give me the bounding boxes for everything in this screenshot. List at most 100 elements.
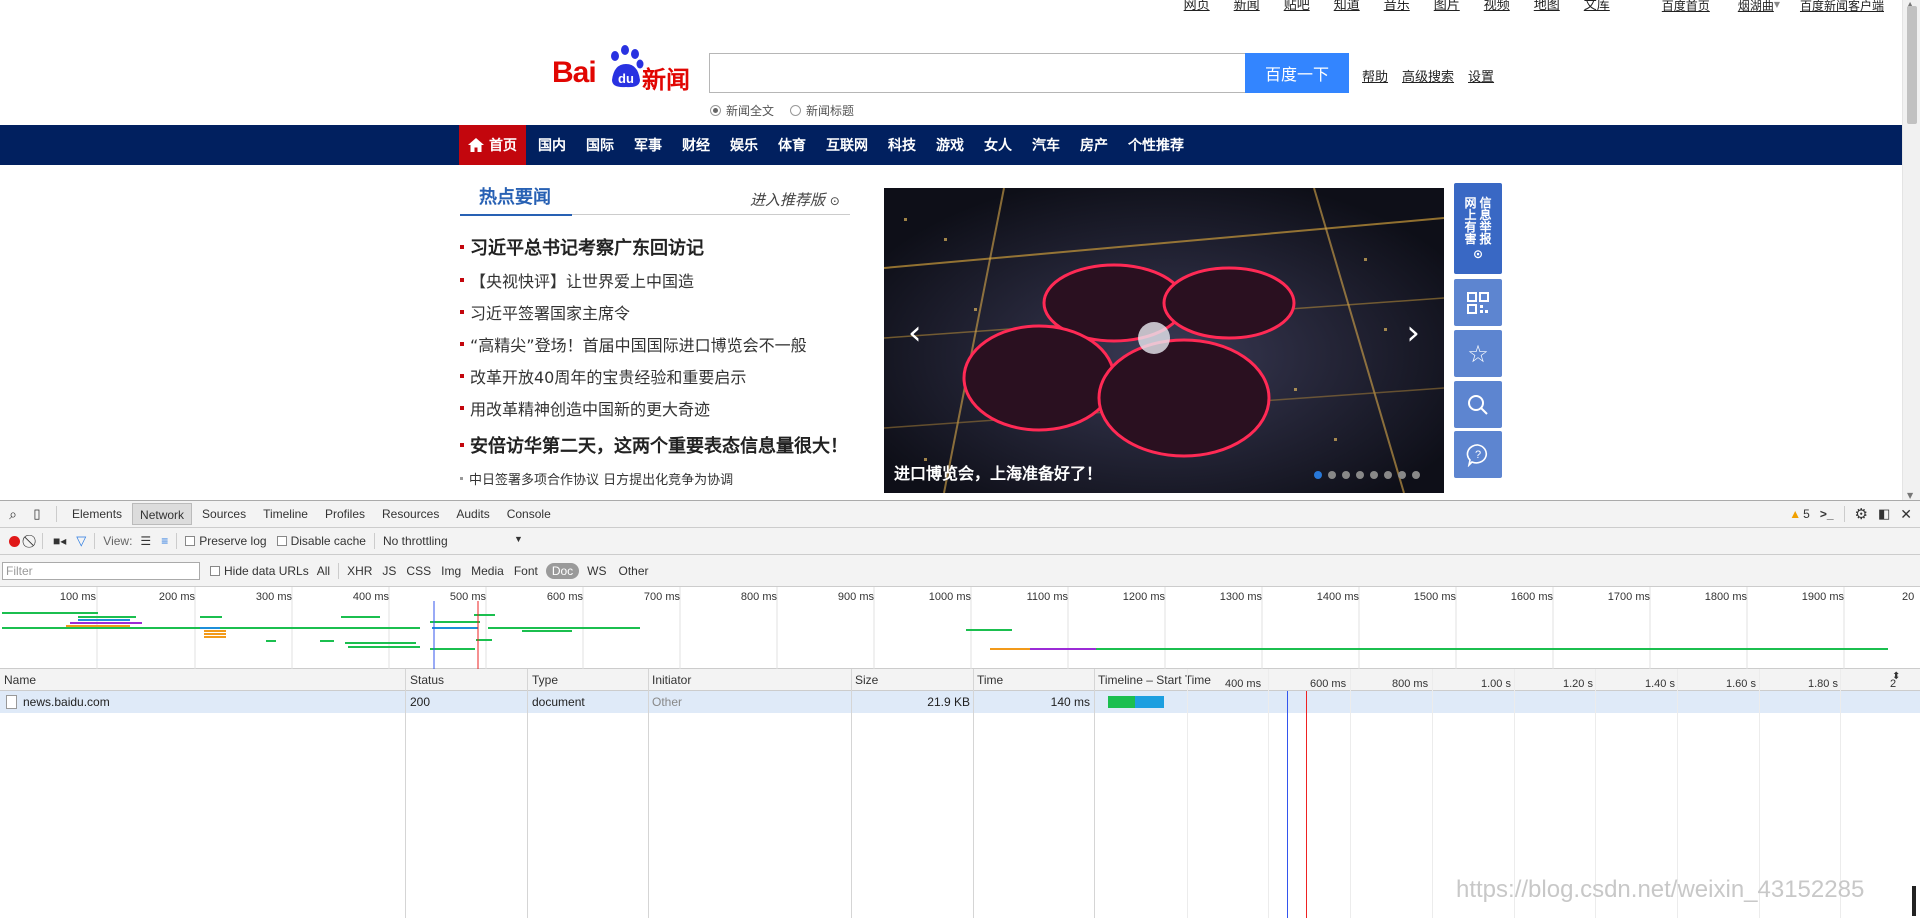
channel-item[interactable]: 军事 (634, 135, 662, 155)
channel-item[interactable]: 财经 (682, 135, 710, 155)
news-headline[interactable]: 习近平总书记考察广东回访记 (460, 230, 860, 264)
scroll-down-icon[interactable]: ▼ (1907, 491, 1913, 500)
filter-type-js[interactable]: JS (382, 564, 396, 578)
filter-type-xhr[interactable]: XHR (347, 564, 372, 578)
qr-code-button[interactable] (1454, 279, 1502, 326)
nav-link-wenku[interactable]: 文库 (1584, 0, 1610, 16)
console-drawer-icon[interactable]: >_ (1820, 507, 1834, 521)
column-status[interactable]: Status (410, 673, 444, 687)
baidu-news-logo[interactable]: Bai du 新闻 (552, 42, 692, 94)
sort-icon[interactable]: ⬍ (1892, 671, 1900, 682)
slide-dot[interactable] (1412, 471, 1420, 479)
throttling-select[interactable]: No throttling ▼ (383, 534, 523, 548)
nav-link-news[interactable]: 新闻 (1234, 0, 1260, 16)
news-item[interactable]: 习近平签署国家主席令 (460, 296, 860, 328)
nav-link-video[interactable]: 视频 (1484, 0, 1510, 16)
channel-item[interactable]: 科技 (888, 135, 916, 155)
scroll-thumb[interactable] (1907, 6, 1917, 124)
disable-cache-checkbox[interactable]: Disable cache (276, 534, 366, 548)
filter-type-all[interactable]: All (317, 564, 330, 578)
page-scrollbar[interactable]: ▲ ▼ (1902, 0, 1920, 500)
filter-type-doc[interactable]: Doc (545, 562, 580, 579)
column-type[interactable]: Type (532, 673, 558, 687)
search-button[interactable]: 百度一下 (1245, 53, 1349, 93)
news-client-link[interactable]: 百度新闻客户端 (1800, 0, 1884, 16)
large-rows-icon[interactable]: ☰ (140, 534, 151, 548)
slide-dot[interactable] (1342, 471, 1350, 479)
capture-screenshots-icon[interactable]: ■◂ (53, 534, 66, 548)
news-item[interactable]: “高精尖”登场！首届中国国际进口博览会不一般 (460, 328, 860, 360)
channel-item[interactable]: 房产 (1080, 135, 1108, 155)
nav-link-tieba[interactable]: 贴吧 (1284, 0, 1310, 16)
nav-link-map[interactable]: 地图 (1534, 0, 1560, 16)
tab-sources[interactable]: Sources (195, 503, 253, 525)
favorite-button[interactable]: ☆ (1454, 330, 1502, 377)
dock-side-icon[interactable]: ◧ (1878, 506, 1890, 522)
channel-item[interactable]: 国际 (586, 135, 614, 155)
channel-item[interactable]: 个性推荐 (1128, 135, 1184, 155)
nav-link-music[interactable]: 音乐 (1384, 0, 1410, 16)
filter-type-ws[interactable]: WS (587, 564, 606, 578)
slide-dot[interactable] (1370, 471, 1378, 479)
column-size[interactable]: Size (855, 673, 878, 687)
news-item[interactable]: 用改革精神创造中国新的更大奇迹 (460, 392, 860, 424)
filter-icon[interactable]: ▽ (76, 533, 86, 549)
preserve-log-checkbox[interactable]: Preserve log (185, 534, 267, 548)
column-time[interactable]: Time (977, 673, 1003, 687)
slide-dot[interactable] (1314, 471, 1322, 479)
filter-type-css[interactable]: CSS (406, 564, 431, 578)
channel-item[interactable]: 汽车 (1032, 135, 1060, 155)
gear-icon[interactable]: ⚙ (1855, 505, 1868, 523)
nav-link-images[interactable]: 图片 (1434, 0, 1460, 16)
baidu-home-link[interactable]: 百度首页 (1662, 0, 1710, 16)
channel-home[interactable]: 首页 (459, 125, 526, 165)
inspect-icon[interactable]: ⌕ (0, 506, 26, 523)
channel-item[interactable]: 国内 (538, 135, 566, 155)
device-mode-icon[interactable]: ▯ (26, 506, 48, 522)
report-harmful-info-button[interactable]: 网 上 有 害 信 息 举 报 ⊙ (1454, 183, 1502, 274)
radio-title[interactable]: 新闻标题 (790, 102, 854, 119)
column-initiator[interactable]: Initiator (652, 673, 691, 687)
channel-item[interactable]: 互联网 (826, 135, 868, 155)
next-slide-icon[interactable]: › (1406, 313, 1420, 353)
filter-type-other[interactable]: Other (619, 564, 649, 578)
tab-resources[interactable]: Resources (375, 503, 446, 525)
prev-slide-icon[interactable]: ‹ (908, 313, 922, 353)
photo-slideshow[interactable]: ‹ › 进口博览会，上海准备好了！ (884, 188, 1444, 493)
slide-dot[interactable] (1328, 471, 1336, 479)
channel-item[interactable]: 娱乐 (730, 135, 758, 155)
close-icon[interactable]: ✕ (1900, 506, 1912, 523)
search-input[interactable] (709, 53, 1245, 93)
filter-type-font[interactable]: Font (514, 564, 538, 578)
slide-dot[interactable] (1384, 471, 1392, 479)
tab-profiles[interactable]: Profiles (318, 503, 372, 525)
tab-console[interactable]: Console (500, 503, 558, 525)
filter-type-media[interactable]: Media (471, 564, 504, 578)
news-headline[interactable]: 安倍访华第二天，这两个重要表态信息量很大！ (460, 428, 860, 462)
news-item[interactable]: 中日签署多项合作协议 日方提出化竞争为协调 (460, 462, 860, 494)
channel-item[interactable]: 体育 (778, 135, 806, 155)
slide-caption[interactable]: 进口博览会，上海准备好了！ (894, 460, 1102, 484)
overview-icon[interactable]: ≡ (161, 534, 168, 548)
recommend-link[interactable]: 进入推荐版 ⊙ (750, 189, 840, 210)
nav-link-zhidao[interactable]: 知道 (1334, 0, 1360, 16)
tab-audits[interactable]: Audits (449, 503, 496, 525)
channel-item[interactable]: 女人 (984, 135, 1012, 155)
advanced-search-link[interactable]: 高级搜索 (1402, 66, 1454, 85)
table-row[interactable]: news.baidu.com 200 document Other 21.9 K… (0, 691, 1920, 713)
slide-dot[interactable] (1356, 471, 1364, 479)
filter-type-img[interactable]: Img (441, 564, 461, 578)
column-timeline[interactable]: Timeline – Start Time (1098, 673, 1211, 687)
radio-fulltext[interactable]: 新闻全文 (710, 102, 774, 119)
channel-item[interactable]: 游戏 (936, 135, 964, 155)
panel-scrollbar[interactable] (1912, 886, 1916, 916)
record-icon[interactable] (9, 535, 20, 547)
nav-link-web[interactable]: 网页 (1184, 0, 1210, 16)
news-item[interactable]: 改革开放40周年的宝贵经验和重要启示 (460, 360, 860, 392)
warning-counter[interactable]: ▲ 5 (1789, 507, 1810, 521)
settings-link[interactable]: 设置 (1468, 66, 1494, 85)
slide-dot[interactable] (1398, 471, 1406, 479)
filter-input[interactable]: Filter (2, 561, 200, 580)
feedback-button[interactable]: ? (1454, 431, 1502, 478)
user-menu[interactable]: 烟湖曲 (1738, 0, 1774, 16)
